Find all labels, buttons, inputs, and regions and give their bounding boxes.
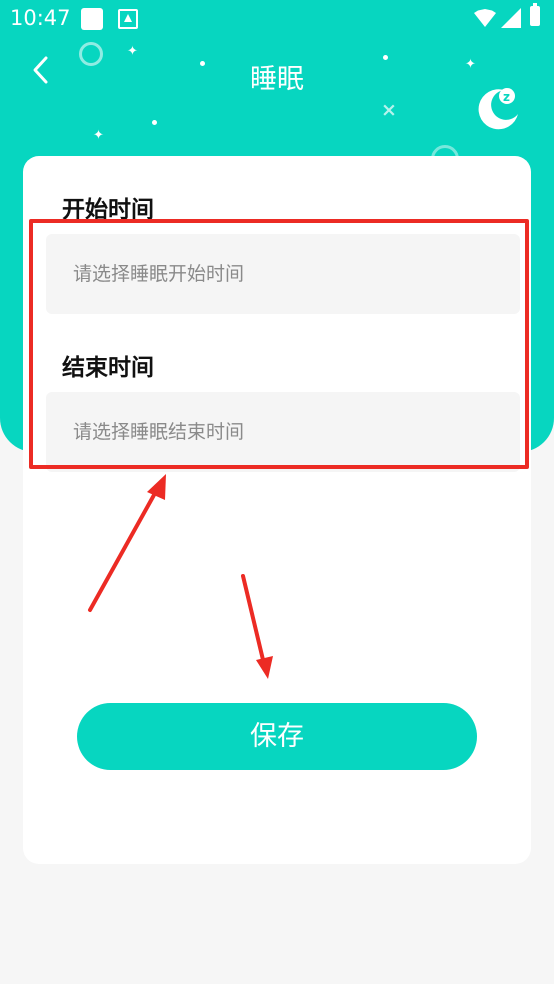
sleep-screen: ✦ ✦ ✦ × z 10:47 睡眠 开始时间 请选择睡眠开始时间 结束时间 请…	[0, 0, 554, 984]
arrow-to-save-icon	[241, 574, 273, 679]
arrow-to-fields-icon	[88, 474, 166, 612]
annotation-arrows	[88, 474, 273, 679]
